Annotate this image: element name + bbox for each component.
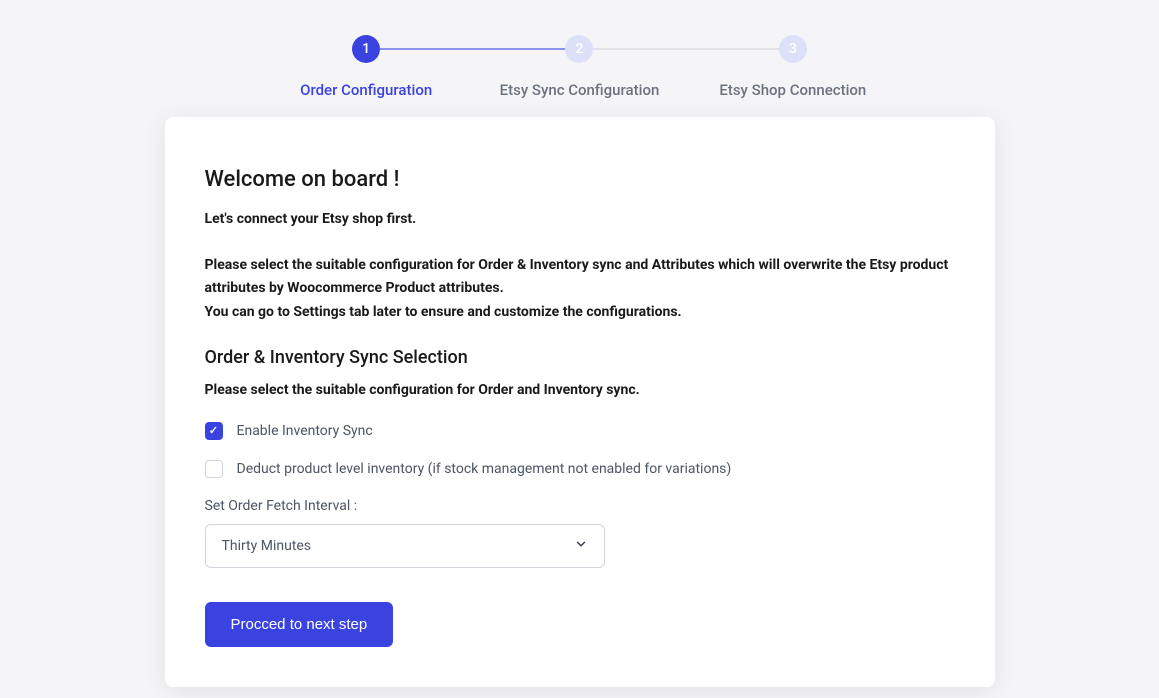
- proceed-button[interactable]: Procced to next step: [205, 602, 394, 647]
- checkbox-label-inventory-sync: Enable Inventory Sync: [237, 423, 373, 439]
- card-paragraph-2: You can go to Settings tab later to ensu…: [205, 301, 955, 325]
- step-2-label: Etsy Sync Configuration: [500, 81, 660, 99]
- onboarding-card: Welcome on board ! Let's connect your Et…: [165, 117, 995, 687]
- checkmark-icon: ✓: [209, 424, 218, 437]
- step-3-circle: 3: [779, 35, 807, 63]
- checkbox-label-deduct-inventory: Deduct product level inventory (if stock…: [237, 461, 732, 477]
- chevron-down-icon: [574, 536, 588, 555]
- step-2[interactable]: 2 Etsy Sync Configuration: [473, 35, 686, 99]
- card-paragraph-1: Please select the suitable configuration…: [205, 254, 955, 302]
- section-title: Order & Inventory Sync Selection: [205, 347, 955, 368]
- step-1[interactable]: 1 Order Configuration: [260, 35, 473, 99]
- step-3-label: Etsy Shop Connection: [719, 81, 866, 99]
- checkbox-deduct-inventory[interactable]: [205, 460, 223, 478]
- checkbox-row-deduct-inventory: Deduct product level inventory (if stock…: [205, 460, 955, 478]
- step-1-number: 1: [362, 41, 370, 57]
- step-2-circle: 2: [565, 35, 593, 63]
- checkbox-row-inventory-sync: ✓ Enable Inventory Sync: [205, 422, 955, 440]
- interval-label: Set Order Fetch Interval :: [205, 498, 955, 514]
- step-1-label: Order Configuration: [300, 81, 432, 99]
- card-title: Welcome on board !: [205, 167, 955, 192]
- stepper: 1 Order Configuration 2 Etsy Sync Config…: [260, 35, 900, 99]
- interval-select-value: Thirty Minutes: [222, 538, 312, 554]
- step-3[interactable]: 3 Etsy Shop Connection: [686, 35, 899, 99]
- interval-select[interactable]: Thirty Minutes: [205, 524, 605, 568]
- card-subtitle: Let's connect your Etsy shop first.: [205, 210, 955, 230]
- step-1-circle: 1: [352, 35, 380, 63]
- step-line-1: [380, 48, 565, 50]
- section-subtitle: Please select the suitable configuration…: [205, 382, 955, 398]
- step-line-2: [593, 48, 778, 50]
- card-instructions: Please select the suitable configuration…: [205, 254, 955, 325]
- stepper-wrapper: 1 Order Configuration 2 Etsy Sync Config…: [0, 0, 1159, 117]
- step-2-number: 2: [576, 41, 584, 57]
- step-3-number: 3: [789, 41, 797, 57]
- checkbox-enable-inventory-sync[interactable]: ✓: [205, 422, 223, 440]
